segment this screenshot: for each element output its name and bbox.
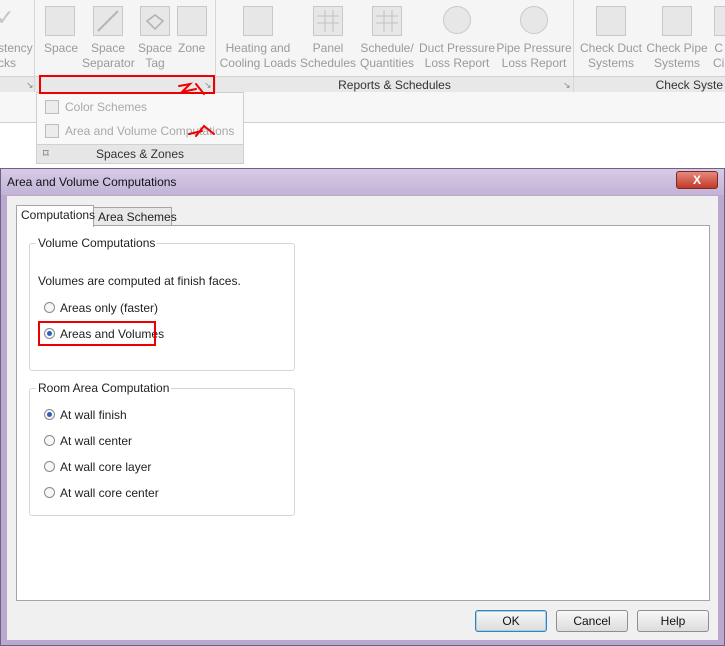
ribbon-button-label: Zone [178,41,206,55]
panel-launcher-icon[interactable]: ↘ [563,80,571,91]
ribbon-button-label: Panel Schedules [299,41,357,70]
annotation-highlight-box [38,321,156,346]
ribbon-button-check-pipe-systems[interactable]: Check Pipe Systems [644,0,710,76]
tab-area-schemes[interactable]: Area Schemes [93,207,177,227]
ribbon-button-label: Space Tag [138,41,173,70]
ribbon-button-space[interactable]: Space [40,0,80,76]
pin-icon[interactable]: ⌑ [43,145,49,163]
ribbon-button-label: Duct Pressure Loss Report [418,41,496,70]
radio-at-wall-finish[interactable]: At wall finish [44,407,127,423]
ribbon-button-space-separator[interactable]: Space Separator [82,0,136,76]
annotation-arrow-icon [178,82,205,95]
check-circuits-icon [714,6,725,36]
radio-circle[interactable] [44,461,55,472]
pipe-pressure-icon [520,6,548,34]
dialog-client: Computations Area Schemes Volume Computa… [7,196,718,640]
panel-label-reports: Reports & Schedules [338,78,451,92]
ribbon-button-label: Heating and Cooling Loads [219,41,297,70]
tab-computations[interactable]: Computations [16,205,95,227]
ribbon-button-consistency-checks[interactable]: ✓ stency cks [0,0,33,76]
ok-button[interactable]: OK [475,610,547,632]
ribbon-button-space-tag[interactable]: Space Tag [136,0,174,76]
room-area-computation-group: Room Area Computation At wall finish At … [29,381,295,516]
volume-computations-group: Volume Computations Volumes are computed… [29,236,295,371]
annotation-arrow-icon [188,124,215,137]
dialog-titlebar[interactable]: Area and Volume Computations X [1,169,724,195]
ribbon-button-duct-pressure-loss[interactable]: Duct Pressure Loss Report [418,0,496,76]
help-button[interactable]: Help [637,610,709,632]
radio-circle[interactable] [44,435,55,446]
ribbon-button-schedule-quantities[interactable]: Schedule/ Quantities [358,0,416,76]
space-icon [45,6,75,36]
menu-item-color-schemes[interactable]: Color Schemes [45,97,147,117]
ribbon-button-label: C Ci [713,41,725,70]
radio-at-wall-core-layer[interactable]: At wall core layer [44,459,151,475]
check-duct-icon [596,6,626,36]
tab-page-computations: Volume Computations Volumes are computed… [16,225,710,601]
ribbon-button-label: Schedule/ Quantities [359,41,415,70]
space-tag-icon [140,6,170,36]
panel-bar-reports: Reports & Schedules [216,76,573,93]
consistency-check-icon: ✓ [0,5,15,30]
cancel-button[interactable]: Cancel [556,610,628,632]
check-pipe-icon [662,6,692,36]
zone-icon [177,6,207,36]
area-volume-icon [45,124,59,138]
ribbon-button-label: Check Duct Systems [579,41,643,70]
radio-areas-only[interactable]: Areas only (faster) [44,300,158,316]
radio-at-wall-core-center[interactable]: At wall core center [44,485,159,501]
radio-circle[interactable] [44,302,55,313]
ribbon-button-zone[interactable]: Zone [174,0,210,76]
ribbon-button-label: stency cks [0,41,33,70]
color-schemes-icon [45,100,59,114]
area-volume-dialog: Area and Volume Computations X Computati… [0,168,725,646]
dialog-title: Area and Volume Computations [7,175,177,189]
radio-circle[interactable] [44,487,55,498]
ribbon-button-label: Check Pipe Systems [646,41,708,70]
close-icon: X [692,173,701,187]
ribbon-button-check-duct-systems[interactable]: Check Duct Systems [578,0,644,76]
heating-cooling-icon [243,6,273,36]
panel-label-check-systems: Check Syste [655,78,723,92]
ribbon-button-label: Space Separator [82,41,135,70]
group-label: Volume Computations [36,236,158,250]
close-button[interactable]: X [676,171,718,189]
panel-schedules-icon [313,6,343,36]
ribbon-button-pipe-pressure-loss[interactable]: Pipe Pressure Loss Report [496,0,572,76]
panel-launcher-icon[interactable]: ↘ [26,80,34,91]
ribbon-button-check-circuits[interactable]: C Ci [710,0,725,76]
ribbon-button-panel-schedules[interactable]: Panel Schedules [298,0,358,76]
space-separator-icon [93,6,123,36]
panel-bar-check-systems: Check Syste [574,76,725,93]
ribbon-button-label: Space [44,41,79,55]
ribbon-button-heating-cooling-loads[interactable]: Heating and Cooling Loads [218,0,298,76]
ribbon-button-label: Pipe Pressure Loss Report [496,41,572,70]
schedule-quantities-icon [372,6,402,36]
panel-label-spaces-zones[interactable]: ⌑ Spaces & Zones [37,144,243,163]
radio-circle[interactable] [44,409,55,420]
duct-pressure-icon [443,6,471,34]
radio-at-wall-center[interactable]: At wall center [44,433,132,449]
group-label: Room Area Computation [36,381,172,395]
volume-note: Volumes are computed at finish faces. [38,274,241,288]
